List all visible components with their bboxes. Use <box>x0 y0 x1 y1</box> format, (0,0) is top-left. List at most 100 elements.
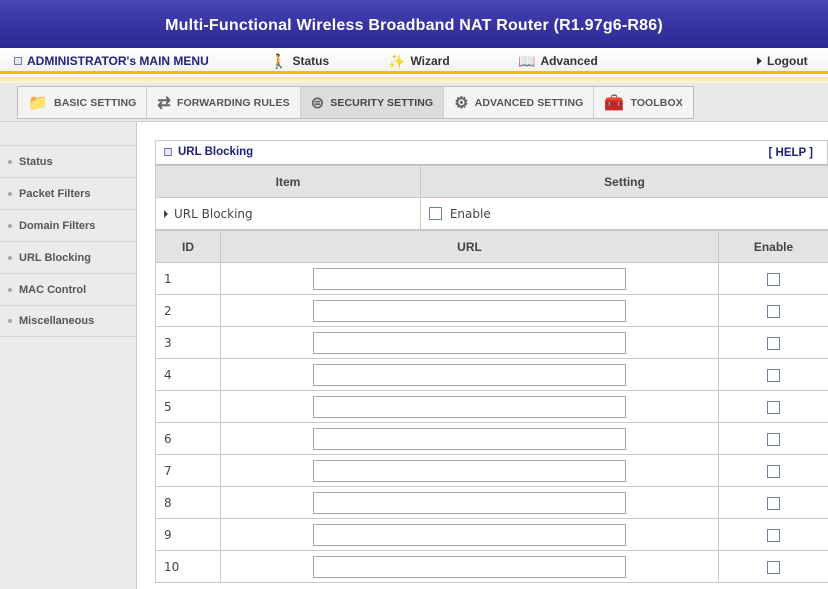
url-cell <box>220 390 719 423</box>
advanced-menu-label: Advanced <box>540 54 598 68</box>
person-icon: 🚶 <box>270 53 288 69</box>
panel-title-label: URL Blocking <box>178 146 254 158</box>
tab-toolbox[interactable]: 🧰 TOOLBOX <box>594 87 692 118</box>
sidebar-item-label: URL Blocking <box>19 251 91 264</box>
url-enable-checkbox[interactable] <box>767 560 780 574</box>
settings-table: Item Setting URL Blocking Enable <box>155 165 828 230</box>
enable-label: Enable <box>449 206 491 221</box>
status-menu-link[interactable]: 🚶 Status <box>270 54 329 68</box>
url-enable-checkbox[interactable] <box>767 464 780 478</box>
sidebar-item-label: Status <box>19 155 53 168</box>
sidebar-item-domain-filters[interactable]: Domain Filters <box>0 209 137 241</box>
url-cell <box>220 486 719 519</box>
column-header-item: Item <box>155 165 421 198</box>
url-enable-checkbox[interactable] <box>767 528 780 542</box>
enable-cell <box>718 486 828 519</box>
logout-label: Logout <box>767 54 808 68</box>
row-id: 2 <box>155 294 221 327</box>
wizard-menu-label: Wizard <box>410 54 450 68</box>
sidebar-item-status[interactable]: Status <box>0 145 137 177</box>
router-title: Multi-Functional Wireless Broadband NAT … <box>165 17 663 34</box>
column-header-enable: Enable <box>718 230 828 263</box>
url-cell <box>220 550 719 583</box>
url-input[interactable] <box>313 459 626 482</box>
enable-cell <box>718 262 828 295</box>
help-link[interactable]: [ HELP ] <box>768 147 813 159</box>
url-enable-checkbox[interactable] <box>767 432 780 446</box>
row-id: 5 <box>155 390 221 423</box>
enable-cell <box>718 550 828 583</box>
tab-forwarding-rules[interactable]: ⇄ FORWARDING RULES <box>147 87 301 118</box>
bullet-icon <box>8 255 12 260</box>
url-input[interactable] <box>313 555 626 578</box>
table-row: 9 <box>155 518 828 551</box>
sidebar-item-url-blocking[interactable]: URL Blocking <box>0 241 137 273</box>
wizard-menu-link[interactable]: ✨ Wizard <box>388 54 450 68</box>
url-blocking-enable-checkbox[interactable] <box>429 207 442 221</box>
tab-basic-setting[interactable]: 📁 BASIC SETTING <box>18 87 148 118</box>
wizard-icon: ✨ <box>388 53 406 69</box>
admin-main-menu-link[interactable]: ADMINISTRATOR's MAIN MENU <box>14 54 209 68</box>
main-menu-bar: ADMINISTRATOR's MAIN MENU 🚶 Status ✨ Wiz… <box>0 48 828 74</box>
title-banner: Multi-Functional Wireless Broadband NAT … <box>0 0 828 48</box>
enable-cell <box>718 518 828 551</box>
row-id: 6 <box>155 422 221 455</box>
url-enable-checkbox[interactable] <box>767 368 780 382</box>
column-header-id: ID <box>155 230 221 263</box>
table-row: 3 <box>155 326 828 359</box>
tab-advanced-setting[interactable]: ⚙ ADVANCED SETTING <box>444 87 595 118</box>
url-cell <box>220 294 719 327</box>
logout-link[interactable]: Logout <box>757 54 808 68</box>
advanced-menu-link[interactable]: 📖 Advanced <box>518 54 598 68</box>
panel-title: URL Blocking <box>164 146 253 158</box>
bullet-icon <box>8 191 12 196</box>
url-enable-checkbox[interactable] <box>767 336 780 350</box>
url-input[interactable] <box>313 363 626 386</box>
row-id: 10 <box>155 550 221 583</box>
url-input[interactable] <box>313 395 626 418</box>
row-id: 8 <box>155 486 221 519</box>
url-input[interactable] <box>313 331 626 354</box>
url-input[interactable] <box>313 523 626 546</box>
table-row: URL Blocking Enable <box>155 197 828 230</box>
sidebar: Status Packet Filters Domain Filters URL… <box>0 122 137 589</box>
url-cell <box>220 358 719 391</box>
url-enable-checkbox[interactable] <box>767 304 780 318</box>
settings-tab-bar: 📁 BASIC SETTING ⇄ FORWARDING RULES ⊜ SEC… <box>0 83 828 122</box>
url-enable-checkbox[interactable] <box>767 400 780 414</box>
enable-cell <box>718 358 828 391</box>
row-id: 3 <box>155 326 221 359</box>
row-id: 4 <box>155 358 221 391</box>
url-input[interactable] <box>313 491 626 514</box>
square-bullet-icon <box>14 57 22 65</box>
tab-basic-setting-label: BASIC SETTING <box>54 96 137 109</box>
enable-cell <box>718 390 828 423</box>
url-cell <box>220 454 719 487</box>
url-blocking-row-label: URL Blocking <box>155 197 421 230</box>
url-cell <box>220 422 719 455</box>
sidebar-item-mac-control[interactable]: MAC Control <box>0 273 137 305</box>
sidebar-item-packet-filters[interactable]: Packet Filters <box>0 177 137 209</box>
url-input[interactable] <box>313 299 626 322</box>
table-row: 1 <box>155 262 828 295</box>
bullet-icon <box>8 159 12 164</box>
url-enable-checkbox[interactable] <box>767 496 780 510</box>
url-input[interactable] <box>313 267 626 290</box>
url-list-table: ID URL Enable 1 2 3 4 5 6 7 8 9 10 <box>155 230 828 583</box>
sidebar-item-label: MAC Control <box>19 283 87 296</box>
folder-icon: 📁 <box>28 94 49 112</box>
tab-forwarding-rules-label: FORWARDING RULES <box>176 96 290 109</box>
url-input[interactable] <box>313 427 626 450</box>
square-bullet-icon <box>164 148 172 156</box>
url-cell <box>220 262 719 295</box>
table-row: 8 <box>155 486 828 519</box>
row-id: 9 <box>155 518 221 551</box>
arrow-right-icon <box>757 57 762 65</box>
url-enable-checkbox[interactable] <box>767 272 780 286</box>
tab-security-setting[interactable]: ⊜ SECURITY SETTING <box>300 87 445 118</box>
sidebar-item-label: Miscellaneous <box>19 315 95 327</box>
table-row: 7 <box>155 454 828 487</box>
sidebar-item-miscellaneous[interactable]: Miscellaneous <box>0 305 137 337</box>
enable-cell <box>718 422 828 455</box>
table-row: 5 <box>155 390 828 423</box>
